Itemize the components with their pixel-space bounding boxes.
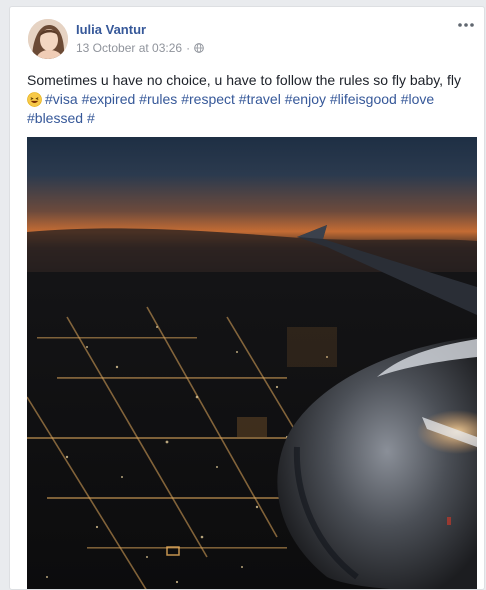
globe-icon[interactable] xyxy=(194,43,204,53)
hashtag-respect[interactable]: #respect xyxy=(181,91,235,107)
post-timestamp[interactable]: 13 October at 03:26 xyxy=(76,41,182,55)
author-name[interactable]: Iulia Vantur xyxy=(76,22,146,37)
laughing-emoji-icon xyxy=(27,92,42,107)
hashtag-enjoy[interactable]: #enjoy xyxy=(285,91,326,107)
meta-separator: · xyxy=(186,41,191,55)
post-meta: 13 October at 03:26 · xyxy=(76,41,204,55)
avatar-image xyxy=(28,19,68,59)
post-photo[interactable] xyxy=(27,137,477,590)
hashtag-blessed[interactable]: #blessed xyxy=(27,110,83,126)
ellipsis-icon[interactable] xyxy=(456,17,476,33)
hashtag-travel[interactable]: #travel xyxy=(239,91,281,107)
post-card: Iulia Vantur 13 October at 03:26 · Somet… xyxy=(9,6,485,590)
post-caption: Sometimes u have no choice, u have to fo… xyxy=(27,72,461,88)
hashtag-visa[interactable]: #visa xyxy=(45,91,78,107)
hashtag-rules[interactable]: #rules xyxy=(139,91,177,107)
hashtag-lifeisgood[interactable]: #lifeisgood xyxy=(330,91,397,107)
hashtag-love[interactable]: #love xyxy=(401,91,434,107)
post-text: Sometimes u have no choice, u have to fo… xyxy=(27,71,475,128)
hashtag-expired[interactable]: #expired xyxy=(82,91,136,107)
avatar[interactable] xyxy=(28,19,68,59)
hashtag-empty[interactable]: # xyxy=(87,110,95,126)
